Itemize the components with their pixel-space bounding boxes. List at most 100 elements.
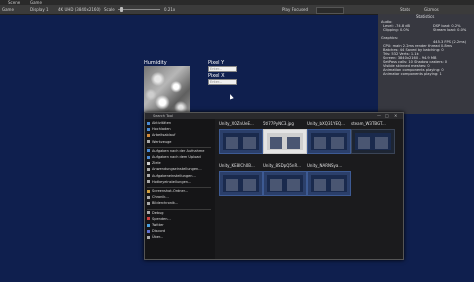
menu-item-icon [147, 211, 150, 215]
menu-item[interactable]: Anwendungseinstellungen... [147, 167, 202, 172]
pixel-x-input[interactable]: Enter... [208, 79, 237, 85]
scale-label: Scale [104, 7, 115, 12]
menu-item[interactable]: Screenshot-Ordner... [147, 189, 188, 194]
statistics-title: Statistics [416, 14, 435, 19]
menu-item-label: Werkzeuge [152, 139, 172, 144]
menu-item-icon [147, 161, 150, 165]
menu-item[interactable]: Aufgaben nach dem Upload [147, 155, 201, 160]
thumbnail-title[interactable]: Unity_KE8ICh0B... [219, 163, 263, 168]
menu-item[interactable]: Spenden... [147, 217, 171, 222]
menu-item-label: Aufgabeneinstellungen... [152, 173, 196, 178]
menu-item-icon [147, 174, 150, 178]
gizmos-toggle[interactable]: Gizmos [424, 6, 439, 13]
menu-item[interactable]: Hochladen [147, 127, 171, 132]
menu-item[interactable]: Ziele [147, 161, 161, 166]
menu-item-label: Chronik... [152, 195, 169, 200]
menu-item-label: Aufgaben nach der Aufnahme [152, 148, 205, 153]
menu-item-icon [147, 155, 150, 159]
menu-item-label: Aufgaben nach dem Upload [152, 155, 201, 159]
menu-item-label: Über... [152, 235, 164, 240]
menu-item-label: Hochladen [152, 127, 171, 132]
preview-pane [331, 137, 344, 149]
preview-pane [270, 179, 282, 191]
menu-item-icon [147, 149, 150, 153]
menu-item[interactable]: Über... [147, 235, 163, 240]
resolution-dropdown[interactable]: 4K UHD (3840x2160) [58, 6, 101, 13]
search-tool-window: Search Tool — □ ✕ Aktivitäten Hochladen Ar… [144, 112, 404, 260]
play-mode-dropdown[interactable]: Play Focused [282, 6, 308, 13]
thumbnail-title[interactable]: 5tl77PyNC3.jpg [263, 121, 307, 126]
thumbnail-title[interactable]: Unity_8SDpQ5nR... [263, 163, 307, 168]
stats-toggle[interactable]: Stats [400, 6, 410, 13]
menu-item-icon [147, 140, 150, 144]
thumbnail-title[interactable]: Unity_NARNSya... [307, 163, 351, 168]
menu-item-icon [147, 121, 150, 125]
menu-item[interactable]: Arbeitsablauf [147, 133, 175, 138]
minimize-button[interactable]: — [377, 113, 381, 119]
close-button[interactable]: ✕ [394, 113, 397, 119]
thumbnail-preview [223, 175, 259, 192]
thumbnail-image[interactable] [219, 129, 263, 154]
scale-slider-track[interactable] [118, 9, 160, 10]
menu-item[interactable]: Aufgabeneinstellungen... [147, 174, 196, 179]
menu-item-label: Discord [152, 229, 166, 234]
thumbnail-image[interactable] [219, 171, 263, 196]
thumbnail-image[interactable] [263, 171, 307, 196]
audio-stream-load: Stream load: 0.0% [433, 28, 467, 32]
thumbnail-title[interactable]: Unity_X0ZnUeE... [219, 121, 263, 126]
preview-pane [243, 137, 256, 149]
main-menu: Aktivitäten Hochladen Arbeitsablauf Werkzeu… [145, 119, 215, 259]
display-dropdown[interactable]: Display 1 [30, 6, 49, 13]
menu-item-icon [147, 201, 150, 205]
thumbnail-preview [311, 175, 347, 192]
humidity-noise-image [144, 66, 190, 118]
thumbnail-title[interactable]: Unity_bXQ31YEQ... [307, 121, 351, 126]
menu-item-icon [147, 127, 150, 131]
preview-pane [358, 137, 370, 149]
menu-item-label: Debug [152, 210, 164, 215]
menu-item[interactable]: Aktivitäten [147, 121, 171, 126]
preview-pane [314, 137, 326, 149]
menu-item[interactable]: Hotkeyeinstellungen... [147, 180, 191, 185]
menu-item-icon [147, 189, 150, 193]
graphics-animator: Animator components playing: 1 [383, 72, 442, 76]
thumbnail-image[interactable] [351, 129, 395, 154]
preview-pane [287, 179, 300, 191]
thumbnail-title[interactable]: steam_W3TBGT... [351, 121, 395, 126]
menu-item-icon [147, 223, 150, 227]
thumbnail-image[interactable] [307, 171, 351, 196]
game-dropdown[interactable]: Game [2, 6, 14, 13]
menu-item[interactable]: Chronik... [147, 195, 169, 200]
menu-item[interactable]: Discord [147, 229, 165, 234]
thumbnail-preview [267, 175, 303, 192]
statistics-panel: Statistics Audio: Level: -74.8 dB Clippi… [378, 14, 474, 114]
preview-pane [243, 179, 256, 191]
thumbnail-preview [223, 133, 259, 150]
menu-item-icon [147, 217, 150, 221]
preview-pane [375, 137, 388, 149]
menu-item-icon [147, 195, 150, 199]
maximize-button[interactable]: □ [385, 113, 389, 119]
menu-item-label: Screenshot-Ordner... [152, 189, 189, 193]
menu-item-label: Ziele [152, 161, 161, 166]
thumbnail-preview [267, 133, 303, 150]
scale-slider-handle[interactable] [120, 7, 123, 12]
menu-item-label: Twitter [152, 223, 164, 227]
pixel-y-input[interactable]: Enter... [208, 66, 237, 72]
thumbnail-image[interactable] [307, 129, 351, 154]
thumbnail-image[interactable] [263, 129, 307, 154]
menu-item[interactable]: Werkzeuge [147, 140, 171, 145]
toolbar-mute-toggle[interactable] [316, 7, 344, 14]
preview-pane [270, 137, 282, 149]
preview-pane [226, 179, 238, 191]
menu-item[interactable]: Debug [147, 211, 164, 216]
menu-item[interactable]: Bilderchronik... [147, 201, 178, 206]
menu-item-label: Bilderchronik... [152, 201, 179, 206]
menu-item-label: Hotkeyeinstellungen... [152, 179, 192, 184]
menu-item[interactable]: Twitter [147, 223, 164, 228]
menu-item-label: Aktivitäten [152, 121, 172, 125]
scale-value: 0.21x [164, 7, 176, 12]
menu-item[interactable]: Aufgaben nach der Aufnahme [147, 149, 204, 154]
preview-pane [331, 179, 344, 191]
menu-item-label: Anwendungseinstellungen... [152, 167, 202, 172]
